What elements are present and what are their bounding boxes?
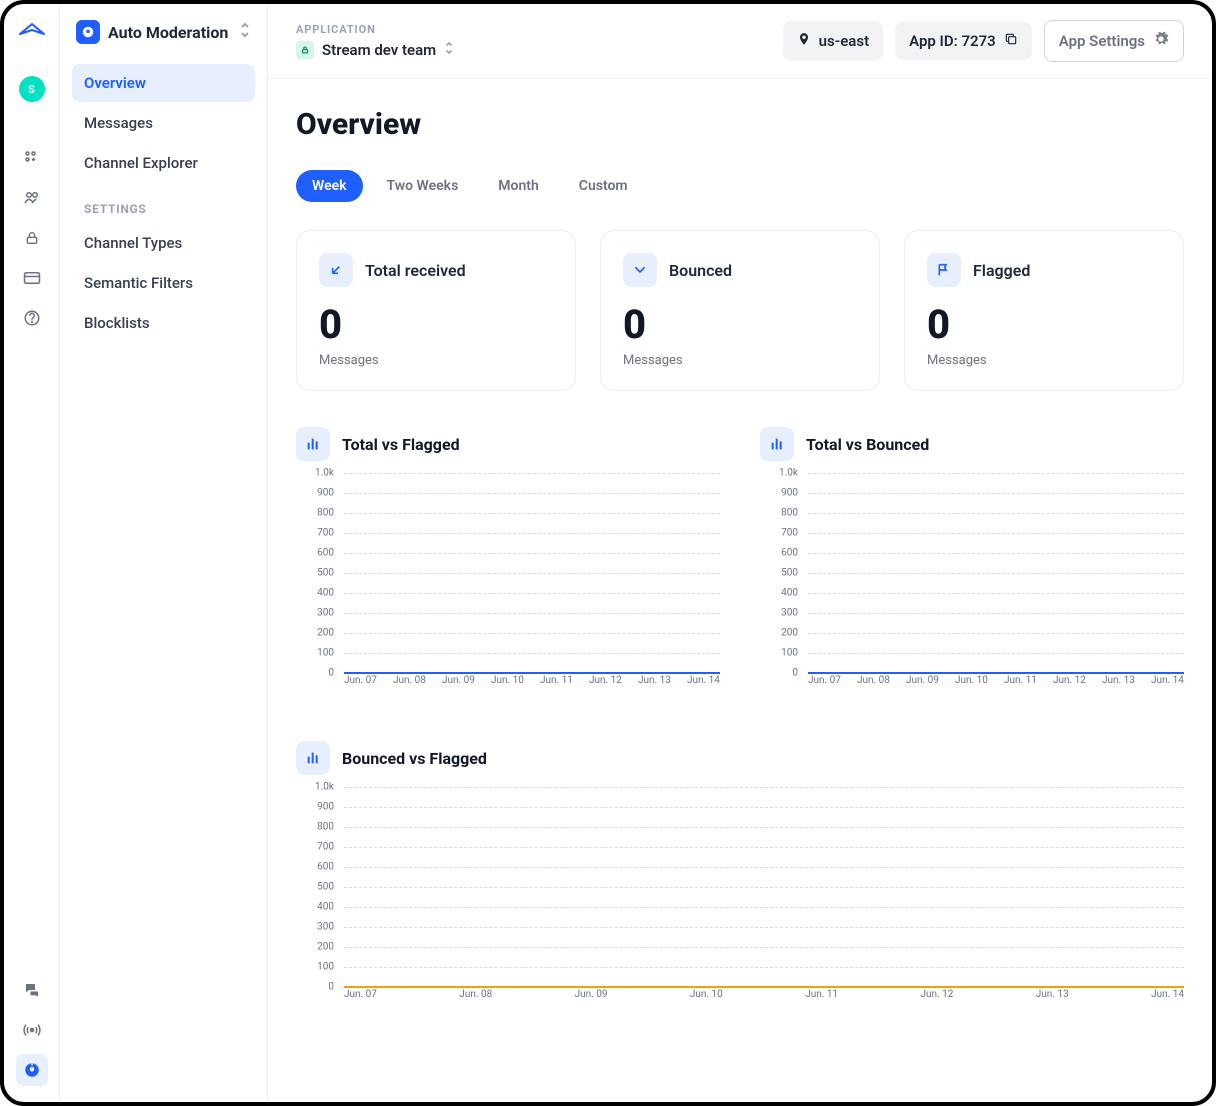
lock-icon[interactable] xyxy=(16,222,48,254)
chart-title: Bounced vs Flagged xyxy=(342,749,487,768)
billing-icon[interactable] xyxy=(16,262,48,294)
flag-icon xyxy=(927,253,961,287)
topbar: APPLICATION Stream dev team us-east App … xyxy=(268,4,1212,79)
lock-badge-icon xyxy=(296,41,314,59)
bar-chart-icon xyxy=(296,427,330,461)
sidebar-item-blocklists[interactable]: Blocklists xyxy=(72,304,255,342)
card-bounced: Bounced 0 Messages xyxy=(600,230,880,391)
card-title: Flagged xyxy=(973,261,1030,280)
bar-chart-icon xyxy=(760,427,794,461)
chevron-updown-icon xyxy=(444,40,454,59)
team-icon[interactable] xyxy=(16,182,48,214)
sidebar-item-messages[interactable]: Messages xyxy=(72,104,255,142)
card-title: Total received xyxy=(365,261,466,280)
app-settings-button[interactable]: App Settings xyxy=(1044,20,1184,62)
org-avatar[interactable]: S xyxy=(19,76,45,102)
chart-title: Total vs Bounced xyxy=(806,435,929,454)
region-label: us-east xyxy=(819,32,869,50)
card-flagged: Flagged 0 Messages xyxy=(904,230,1184,391)
sidebar-section-label: SETTINGS xyxy=(72,184,255,224)
card-title: Bounced xyxy=(669,261,732,280)
chevron-updown-icon xyxy=(239,22,251,42)
region-selector[interactable]: us-east xyxy=(783,21,883,61)
tab-two-weeks[interactable]: Two Weeks xyxy=(371,170,475,202)
card-value: 0 xyxy=(623,305,857,345)
time-range-tabs: Week Two Weeks Month Custom xyxy=(296,170,1184,202)
card-total-received: Total received 0 Messages xyxy=(296,230,576,391)
sidebar-item-semantic-filters[interactable]: Semantic Filters xyxy=(72,264,255,302)
app-id-label: App ID: 7273 xyxy=(909,32,996,50)
chart-title: Total vs Flagged xyxy=(342,435,460,454)
sidebar-item-overview[interactable]: Overview xyxy=(72,64,255,102)
sidebar-title: Auto Moderation xyxy=(108,23,231,42)
tab-week[interactable]: Week xyxy=(296,170,363,202)
icon-rail: S xyxy=(4,4,60,1102)
card-sub: Messages xyxy=(623,353,857,368)
pin-icon xyxy=(797,31,811,51)
app-settings-label: App Settings xyxy=(1059,32,1145,50)
bar-chart-icon xyxy=(296,741,330,775)
sidebar-item-channel-types[interactable]: Channel Types xyxy=(72,224,255,262)
broadcast-icon[interactable] xyxy=(16,1014,48,1046)
moderation-header-icon xyxy=(76,20,100,44)
tab-custom[interactable]: Custom xyxy=(563,170,644,202)
moderation-icon[interactable] xyxy=(16,1054,48,1086)
chart-bounced-vs-flagged: Bounced vs Flagged 1.0k90080070060050040… xyxy=(296,741,1184,1007)
card-sub: Messages xyxy=(927,353,1161,368)
sidebar-item-channel-explorer[interactable]: Channel Explorer xyxy=(72,144,255,182)
app-id-pill[interactable]: App ID: 7273 xyxy=(895,22,1032,60)
arrow-in-icon xyxy=(319,253,353,287)
app-switcher[interactable]: Stream dev team xyxy=(296,40,771,59)
sidebar: Auto Moderation Overview Messages Channe… xyxy=(60,4,268,1102)
sidebar-header[interactable]: Auto Moderation xyxy=(72,20,255,64)
card-value: 0 xyxy=(927,305,1161,345)
apps-icon[interactable] xyxy=(16,142,48,174)
chart-total-vs-bounced: Total vs Bounced 1.0k9008007006005004003… xyxy=(760,427,1184,693)
chat-icon[interactable] xyxy=(16,974,48,1006)
help-icon[interactable] xyxy=(16,302,48,334)
card-value: 0 xyxy=(319,305,553,345)
bounce-icon xyxy=(623,253,657,287)
app-name: Stream dev team xyxy=(322,41,436,59)
stream-logo-icon[interactable] xyxy=(18,20,46,44)
chart-total-vs-flagged: Total vs Flagged 1.0k9008007006005004003… xyxy=(296,427,720,693)
application-label: APPLICATION xyxy=(296,23,771,36)
gear-icon xyxy=(1153,31,1169,51)
page-title: Overview xyxy=(296,107,1184,142)
card-sub: Messages xyxy=(319,353,553,368)
tab-month[interactable]: Month xyxy=(482,170,555,202)
copy-icon xyxy=(1004,32,1018,50)
